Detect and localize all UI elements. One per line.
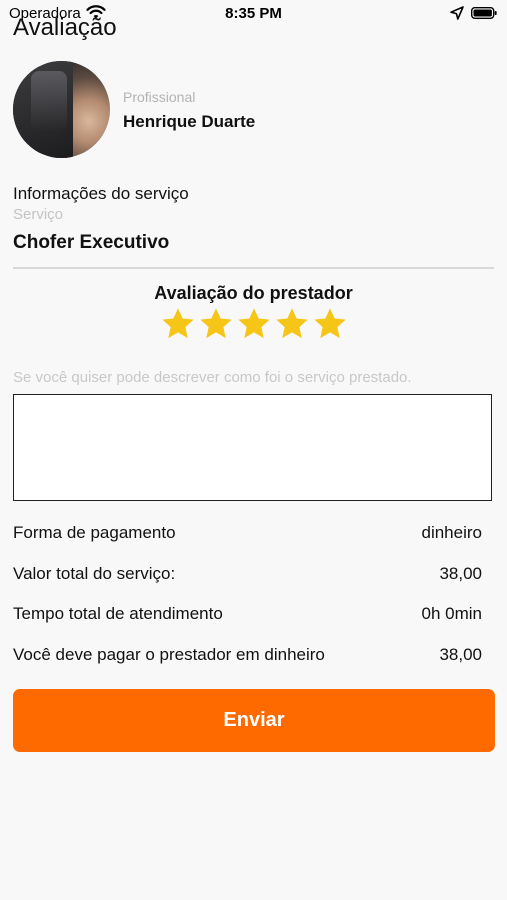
- comment-hint: Se você quiser pode descrever como foi o…: [13, 369, 412, 386]
- comment-textarea[interactable]: [13, 394, 492, 501]
- service-value: Chofer Executivo: [13, 232, 170, 253]
- professional-label: Profissional: [123, 89, 196, 105]
- payment-row-value: 38,00: [439, 564, 482, 583]
- star-icon[interactable]: [312, 306, 348, 342]
- payment-row-value: 0h 0min: [421, 604, 482, 623]
- payment-row: Forma de pagamento dinheiro: [13, 523, 482, 545]
- payment-row-label: Forma de pagamento: [13, 523, 176, 542]
- submit-button[interactable]: Enviar: [13, 689, 495, 752]
- rating-title: Avaliação do prestador: [154, 283, 353, 303]
- payment-row-label: Tempo total de atendimento: [13, 604, 223, 623]
- payment-row: Você deve pagar o prestador em dinheiro 3…: [13, 645, 482, 667]
- service-section-title: Informações do serviço: [13, 184, 189, 203]
- payment-row: Tempo total de atendimento 0h 0min: [13, 604, 482, 626]
- professional-name: Henrique Duarte: [123, 112, 256, 131]
- star-icon[interactable]: [274, 306, 310, 342]
- page-title: Avaliação: [13, 14, 117, 41]
- star-icon[interactable]: [160, 306, 196, 342]
- payment-row-value: 38,00: [439, 645, 482, 664]
- star-rating[interactable]: [160, 306, 348, 342]
- location-arrow-icon: [450, 6, 464, 20]
- payment-row-value: dinheiro: [421, 523, 483, 542]
- professional-avatar: [13, 61, 110, 158]
- payment-row-label: Valor total do serviço:: [13, 564, 176, 583]
- battery-icon: [471, 7, 497, 19]
- payment-row-label: Você deve pagar o prestador em dinheiro: [13, 645, 325, 664]
- service-label: Serviço: [13, 206, 64, 223]
- star-icon[interactable]: [198, 306, 234, 342]
- divider: [13, 267, 494, 269]
- star-icon[interactable]: [236, 306, 272, 342]
- payment-row: Valor total do serviço: 38,00: [13, 564, 482, 586]
